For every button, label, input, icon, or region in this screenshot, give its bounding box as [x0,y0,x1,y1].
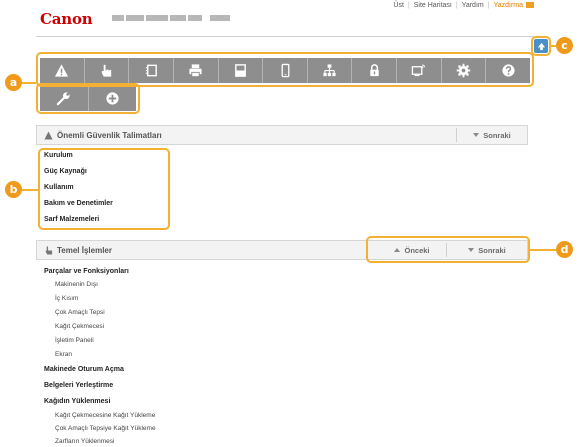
warning-icon [43,130,53,140]
chevron-down-icon [473,133,480,137]
callout-c-badge: c [556,37,573,54]
callout-d-connector [530,249,556,251]
list-item-display[interactable]: Ekran [55,351,72,358]
group-title-loading-paper[interactable]: Kağıdın Yüklenmesi [44,398,110,405]
group-title-login[interactable]: Makinede Oturum Açma [44,366,124,373]
product-name-redacted [112,15,242,22]
basic-section-title: Temel İşlemler [57,245,112,255]
list-item-load-drawer[interactable]: Kağıt Çekmecesine Kağıt Yükleme [55,412,155,419]
callout-a-box-row2 [36,83,140,114]
list-item-interior[interactable]: İç Kısım [55,295,78,302]
callout-a-connector [22,82,36,84]
hand-icon [43,245,53,255]
link-sitemap[interactable]: Site Haritası [414,2,452,9]
callout-a-box [36,52,534,87]
list-item-exterior[interactable]: Makinenin Dışı [55,281,98,288]
group-title-parts[interactable]: Parçalar ve Fonksiyonları [44,268,129,275]
safety-section-title: Önemli Güvenlik Talimatları [57,130,162,140]
callout-d-badge: d [556,241,573,258]
list-item-paper-drawer[interactable]: Kağıt Çekmecesi [55,323,104,330]
list-item-operation-panel[interactable]: İşletim Paneli [55,337,94,344]
callout-c-box [531,36,551,56]
link-help[interactable]: Yardım [462,2,484,9]
link-print[interactable]: Yazdırma [494,2,523,9]
link-top[interactable]: Üst [393,2,404,9]
list-item-load-mp-tray[interactable]: Çok Amaçlı Tepsiye Kağıt Yükleme [55,425,156,432]
list-item-multipurpose-tray[interactable]: Çok Amaçlı Tepsi [55,309,105,316]
top-links: Üst | Site Haritası | Yardım | Yazdırma [393,2,534,9]
canon-logo: Canon [40,10,93,28]
callout-b-badge: b [5,181,22,198]
print-icon[interactable] [526,2,534,9]
list-item-load-envelopes[interactable]: Zarfların Yüklenmesi [55,438,115,445]
safety-next-link[interactable]: Sonraki [457,131,527,140]
callout-d-box [366,236,530,263]
basic-list: Parçalar ve Fonksiyonları Makinenin Dışı… [44,268,344,447]
callout-b-box [38,148,170,230]
header-divider [36,36,534,37]
callout-a-badge: a [5,74,22,91]
safety-section-bar: Önemli Güvenlik Talimatları Sonraki [36,125,528,145]
callout-b-connector [22,189,38,191]
safety-next-label: Sonraki [483,130,511,140]
group-title-placing-documents[interactable]: Belgeleri Yerleştirme [44,382,113,389]
